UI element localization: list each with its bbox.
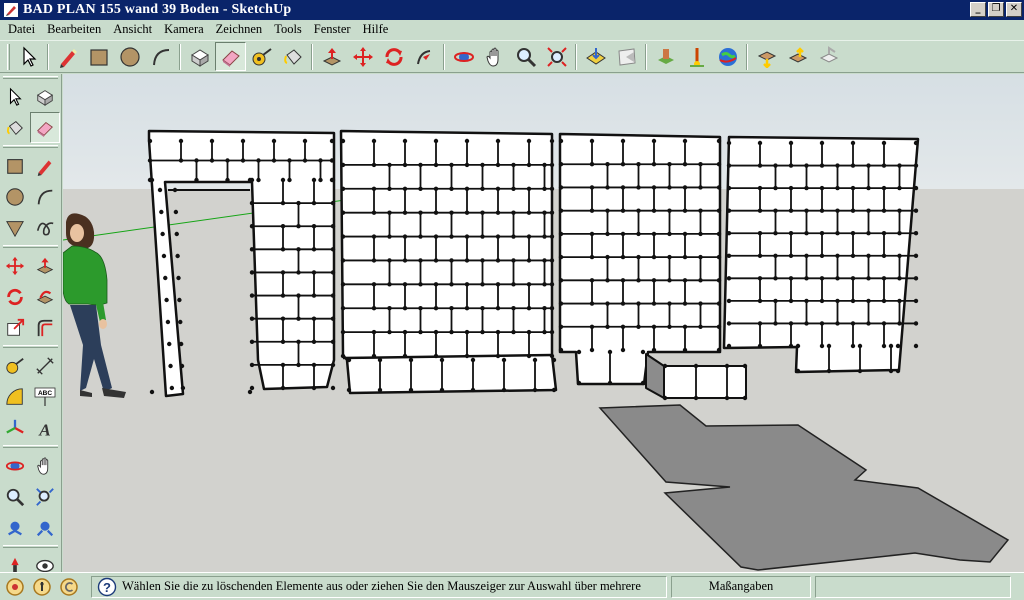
select-icon[interactable] [0,81,30,112]
make-component-icon[interactable] [30,81,60,112]
rectangle-icon[interactable] [83,42,114,71]
paint-bucket-icon[interactable] [0,112,30,143]
menu-bar: Datei Bearbeiten Ansicht Kamera Zeichnen… [0,20,1024,39]
menu-ansicht[interactable]: Ansicht [107,20,158,39]
toolbar-grip[interactable] [7,43,10,70]
close-button[interactable]: ✕ [1006,2,1022,17]
circle-icon[interactable] [114,42,145,71]
place-3d-icon[interactable] [813,42,844,71]
main-toolbar [0,40,1024,73]
status-bar: ? Wählen Sie die zu löschenden Elemente … [0,572,1024,600]
follow-me-icon[interactable] [409,42,440,71]
make-component-icon[interactable] [184,42,215,71]
push-pull-icon[interactable] [30,250,60,281]
svg-text:ABC: ABC [38,390,52,397]
measurements-label: Maßangaben [708,579,774,593]
scale-icon[interactable] [0,312,30,343]
move-icon[interactable] [347,42,378,71]
measurements-input[interactable] [815,575,1011,598]
arc-icon[interactable] [30,181,60,212]
previous-view-icon[interactable] [0,512,30,543]
window-title: BAD PLAN 155 wand 39 Boden - SketchUp [23,2,292,17]
select-icon[interactable] [13,42,44,71]
scene-canvas [63,74,1024,572]
pencil-line-icon[interactable] [52,42,83,71]
pan-icon[interactable] [30,450,60,481]
title-bar: BAD PLAN 155 wand 39 Boden - SketchUp _ … [0,0,1024,20]
orbit-icon[interactable] [448,42,479,71]
svg-text:A: A [38,420,51,438]
axes-icon[interactable] [0,412,30,443]
offset-icon[interactable] [30,312,60,343]
minimize-button[interactable]: _ [970,2,986,17]
geo-location-icon[interactable] [3,575,27,599]
line-icon[interactable] [30,150,60,181]
paint-bucket-icon[interactable] [277,42,308,71]
status-message: Wählen Sie die zu löschenden Elemente au… [122,579,641,593]
menu-kamera[interactable]: Kamera [158,20,210,39]
move-icon[interactable] [0,250,30,281]
freehand-icon[interactable] [30,212,60,243]
measurements-label-panel: Maßangaben [671,575,811,598]
tape-measure-icon[interactable] [0,350,30,381]
google-earth-icon[interactable] [712,42,743,71]
eraser-icon[interactable] [215,42,246,71]
menu-zeichnen[interactable]: Zeichnen [210,20,269,39]
protractor-icon[interactable] [0,381,30,412]
circle-icon[interactable] [0,181,30,212]
dimension-icon[interactable] [30,350,60,381]
help-icon[interactable]: ? [96,576,118,598]
toggle-terrain-icon[interactable] [782,42,813,71]
tools-palette: ABC A [0,74,62,600]
menu-datei[interactable]: Datei [2,20,41,39]
wall-3[interactable] [558,132,722,386]
menu-hilfe[interactable]: Hilfe [357,20,395,39]
credits-icon[interactable] [30,575,54,599]
zoom-extents-icon[interactable] [30,512,60,543]
restore-button[interactable]: ❐ [988,2,1004,17]
3d-text-icon[interactable]: A [30,412,60,443]
zoom-icon[interactable] [510,42,541,71]
menu-bearbeiten[interactable]: Bearbeiten [41,20,107,39]
push-pull-icon[interactable] [316,42,347,71]
place-model-icon[interactable] [650,42,681,71]
rectangle-icon[interactable] [0,150,30,181]
drawing-viewport[interactable] [63,74,1024,572]
arc-icon[interactable] [145,42,176,71]
google-earth-model-icon[interactable] [681,42,712,71]
orbit-icon[interactable] [0,450,30,481]
svg-text:?: ? [103,580,111,595]
sketchup-window: BAD PLAN 155 wand 39 Boden - SketchUp _ … [0,0,1024,600]
share-model-icon[interactable] [611,42,642,71]
sketchup-app-icon[interactable] [3,2,19,18]
status-message-panel: ? Wählen Sie die zu löschenden Elemente … [91,575,667,598]
follow-me-icon[interactable] [30,281,60,312]
get-current-view-icon[interactable] [751,42,782,71]
menu-tools[interactable]: Tools [268,20,308,39]
zoom-icon[interactable] [0,481,30,512]
tape-measure-icon[interactable] [246,42,277,71]
signed-in-icon[interactable] [57,575,81,599]
zoom-extents-icon[interactable] [541,42,572,71]
zoom-window-icon[interactable] [30,481,60,512]
polygon-icon[interactable] [0,212,30,243]
rotate-icon[interactable] [0,281,30,312]
get-models-icon[interactable] [580,42,611,71]
eraser-icon[interactable] [30,112,60,143]
rotate-icon[interactable] [378,42,409,71]
menu-fenster[interactable]: Fenster [308,20,357,39]
text-icon[interactable]: ABC [30,381,60,412]
pan-icon[interactable] [479,42,510,71]
